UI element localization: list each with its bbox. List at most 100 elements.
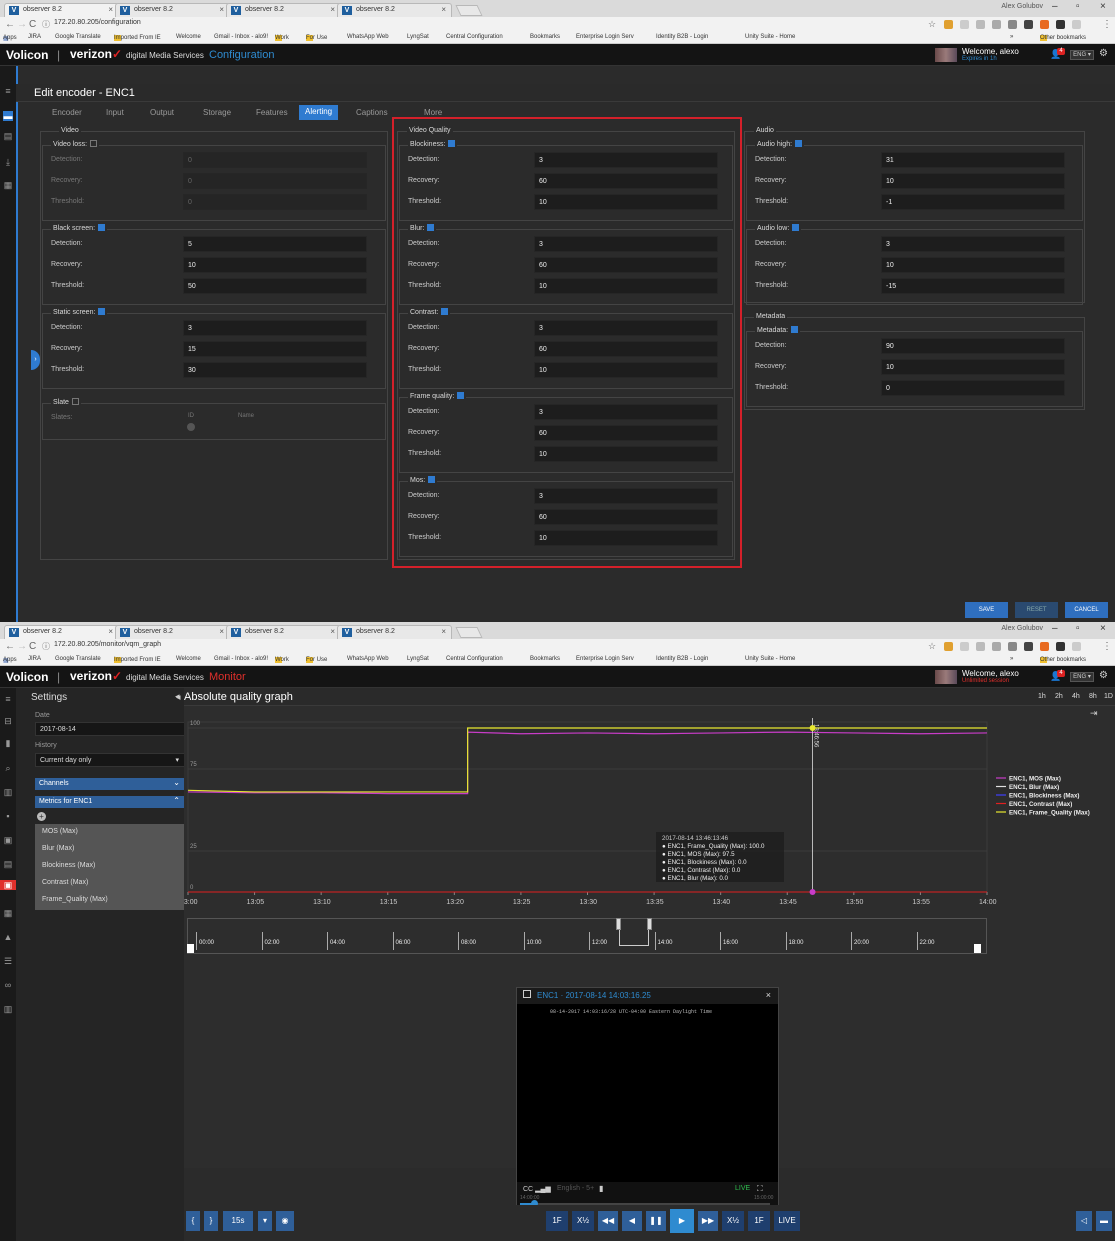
save-clip-icon[interactable]: ▮ bbox=[599, 1184, 603, 1193]
close-tab-icon[interactable]: × bbox=[330, 5, 335, 14]
static-screen-title[interactable]: Static screen: bbox=[51, 308, 108, 316]
mark-in-button[interactable]: { bbox=[186, 1211, 200, 1231]
bookmark-gmail[interactable]: Gmail - Inbox - alo9! bbox=[214, 34, 268, 40]
new-tab-button[interactable] bbox=[455, 627, 483, 638]
black-screen-title[interactable]: Black screen: bbox=[51, 224, 108, 232]
export-graph-icon[interactable]: ⇥ bbox=[1090, 708, 1098, 719]
encoder-nav-icon[interactable]: ▬ bbox=[3, 111, 13, 121]
menu-icon[interactable]: ≡ bbox=[3, 694, 13, 704]
maximize-icon[interactable]: ▫ bbox=[1076, 623, 1080, 634]
volume-icon[interactable]: ◁ bbox=[1076, 1211, 1092, 1231]
browser-tab[interactable]: Vobserver 8.2 × bbox=[4, 3, 119, 17]
export-nav-icon[interactable]: ▤ bbox=[3, 859, 13, 869]
forward-icon[interactable]: → bbox=[17, 19, 27, 30]
grid-nav-icon[interactable]: ▥ bbox=[3, 787, 13, 797]
extension-icon[interactable] bbox=[1040, 642, 1049, 651]
extension-icon[interactable] bbox=[976, 20, 985, 29]
bookmark-nav-icon[interactable]: ▮ bbox=[3, 738, 13, 748]
metrics-section[interactable]: Metrics for ENC1 ⌃ bbox=[35, 796, 185, 808]
cancel-button[interactable]: CANCEL bbox=[1065, 602, 1108, 618]
close-window-icon[interactable]: × bbox=[1100, 1, 1106, 12]
bookmark-central-config[interactable]: Central Configuration bbox=[446, 34, 503, 40]
list-nav-icon[interactable]: ☰ bbox=[3, 956, 13, 966]
compare-nav-icon[interactable]: ▥ bbox=[3, 1004, 13, 1014]
snapshot-camera-icon[interactable]: ◉ bbox=[276, 1211, 294, 1231]
metric-item-contrast[interactable]: Contrast (Max) bbox=[42, 879, 88, 886]
timeline-track[interactable] bbox=[187, 918, 987, 954]
welcome-text[interactable]: Welcome, alexo bbox=[962, 47, 1019, 56]
mark-out-button[interactable]: } bbox=[204, 1211, 218, 1231]
metric-item-mos[interactable]: MOS (Max) bbox=[42, 828, 78, 835]
tab-captions[interactable]: Captions bbox=[356, 108, 388, 123]
static-screen-detection-input[interactable]: 3 bbox=[183, 320, 367, 336]
close-tab-icon[interactable]: × bbox=[441, 5, 446, 14]
bookmark-enterprise-login[interactable]: Enterprise Login Serv bbox=[576, 656, 634, 662]
history-select[interactable]: Current day only ▾ bbox=[35, 753, 185, 767]
save-button[interactable]: SAVE bbox=[965, 602, 1008, 618]
bookmarks-overflow[interactable]: » bbox=[1010, 656, 1013, 662]
interval-dropdown-icon[interactable]: ▾ bbox=[258, 1211, 272, 1231]
live-indicator[interactable]: LIVE bbox=[735, 1185, 750, 1192]
black-screen-recovery-input[interactable]: 10 bbox=[183, 257, 367, 273]
settings-gear-icon[interactable]: ⚙ bbox=[1099, 670, 1108, 681]
slow-back-button[interactable]: X½ bbox=[572, 1211, 594, 1231]
timeline-handle-left[interactable] bbox=[616, 918, 621, 930]
extension-icon[interactable] bbox=[1008, 20, 1017, 29]
browser-menu-icon[interactable]: ⋮ bbox=[1102, 19, 1112, 30]
close-tab-icon[interactable]: × bbox=[219, 5, 224, 14]
audio-high-detection-input[interactable]: 31 bbox=[881, 152, 1065, 168]
browser-tab[interactable]: Vobserver 8.2 × bbox=[4, 625, 119, 639]
extension-icon[interactable] bbox=[1040, 20, 1049, 29]
black-screen-checkbox[interactable] bbox=[98, 224, 106, 231]
back-icon[interactable]: ← bbox=[5, 19, 15, 30]
date-input[interactable]: 2017-08-14 bbox=[35, 722, 185, 736]
extension-icon[interactable] bbox=[976, 642, 985, 651]
metric-item-frame-quality[interactable]: Frame_Quality (Max) bbox=[42, 896, 108, 903]
extension-icon[interactable] bbox=[944, 20, 953, 29]
extension-icon[interactable] bbox=[1072, 20, 1081, 29]
audio-track-select[interactable]: English - 5+ bbox=[557, 1185, 594, 1192]
alerts-nav-icon[interactable]: ▲ bbox=[3, 932, 13, 942]
menu-icon[interactable]: ≡ bbox=[3, 86, 13, 96]
pause-icon[interactable]: ❚❚ bbox=[646, 1211, 666, 1231]
bookmark-identity[interactable]: Identity B2B - Login bbox=[656, 34, 708, 40]
bookmark-enterprise-login[interactable]: Enterprise Login Serv bbox=[576, 34, 634, 40]
frame-back-icon[interactable]: ◀ bbox=[622, 1211, 642, 1231]
tab-encoder[interactable]: Encoder bbox=[52, 108, 82, 123]
bookmark-jira[interactable]: JIRA bbox=[28, 656, 41, 662]
collapse-settings-icon[interactable]: ◂ bbox=[175, 691, 180, 702]
timeline-handle-right[interactable] bbox=[647, 918, 652, 930]
browser-tab[interactable]: Vobserver 8.2 × bbox=[337, 3, 452, 17]
video-loss-detection-input[interactable]: 0 bbox=[183, 152, 367, 168]
bookmark-unity[interactable]: Unity Suite - Home bbox=[745, 656, 795, 662]
url-input[interactable]: ⓘ 172.20.80.205/configuration bbox=[40, 19, 840, 30]
play-icon[interactable]: ▶ bbox=[670, 1209, 694, 1233]
audio-low-title[interactable]: Audio low: bbox=[755, 224, 802, 232]
tab-features[interactable]: Features bbox=[256, 108, 288, 123]
bookmark-google-translate[interactable]: Google Translate bbox=[55, 656, 101, 662]
tab-storage[interactable]: Storage bbox=[203, 108, 231, 123]
bookmark-gmail[interactable]: Gmail - Inbox - alo9! bbox=[214, 656, 268, 662]
extension-icon[interactable] bbox=[1072, 642, 1081, 651]
extension-icon[interactable] bbox=[960, 20, 969, 29]
range-4h[interactable]: 4h bbox=[1072, 693, 1080, 700]
fullscreen-icon[interactable]: ⛶ bbox=[757, 1184, 763, 1194]
jump-interval-select[interactable]: 15s bbox=[223, 1211, 253, 1231]
audio-high-recovery-input[interactable]: 10 bbox=[881, 173, 1065, 189]
reload-icon[interactable]: C bbox=[29, 641, 36, 652]
minimize-icon[interactable]: – bbox=[1052, 623, 1058, 634]
download-nav-icon[interactable]: ⤓ bbox=[3, 157, 13, 167]
close-window-icon[interactable]: × bbox=[1100, 623, 1106, 634]
range-1h[interactable]: 1h bbox=[1038, 693, 1046, 700]
language-select[interactable]: ENG ▾ bbox=[1070, 50, 1094, 60]
legend-label[interactable]: ENC1, Frame_Quality (Max) bbox=[1009, 810, 1090, 817]
user-avatar[interactable] bbox=[935, 670, 957, 684]
metadata-checkbox[interactable] bbox=[791, 326, 799, 333]
metadata-title[interactable]: Metadata: bbox=[755, 326, 801, 334]
extension-icon[interactable] bbox=[1024, 20, 1033, 29]
slow-forward-button[interactable]: X½ bbox=[722, 1211, 744, 1231]
step-forward-button[interactable]: 1F bbox=[748, 1211, 770, 1231]
browser-tab[interactable]: Vobserver 8.2 × bbox=[337, 625, 452, 639]
range-2h[interactable]: 2h bbox=[1055, 693, 1063, 700]
tab-output[interactable]: Output bbox=[150, 108, 174, 123]
